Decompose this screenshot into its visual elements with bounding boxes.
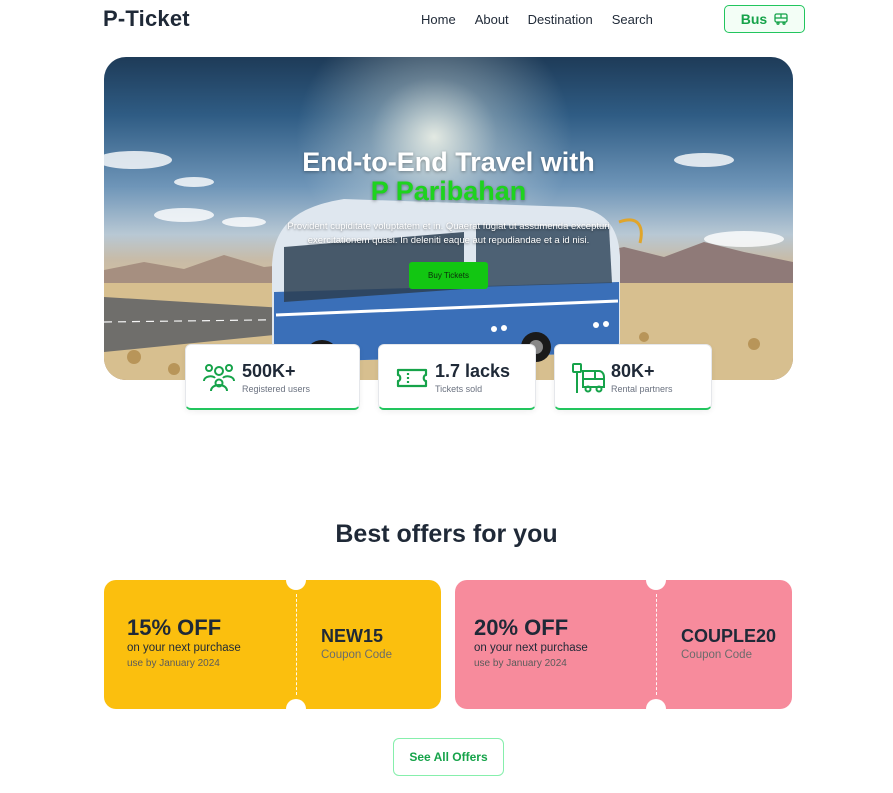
nav-link-search[interactable]: Search — [612, 12, 653, 27]
nav-link-destination[interactable]: Destination — [528, 12, 593, 27]
hero-description: Provident cupiditate voluptatem et in. Q… — [287, 221, 610, 246]
coupon-expiry: use by January 2024 — [474, 658, 567, 669]
coupon-discount: 20% OFF — [474, 615, 569, 640]
coupon-divider — [656, 594, 657, 695]
stat-value: 1.7 lacks — [435, 361, 511, 381]
coupon-code[interactable]: COUPLE20 — [681, 626, 776, 647]
hero-background-illustration — [104, 151, 793, 380]
coupon-description: on your next purchase — [127, 642, 241, 654]
stat-label: Registered users — [242, 384, 311, 394]
buy-tickets-button[interactable]: Buy Tickets — [409, 262, 488, 289]
coupon-discount: 15% OFF — [127, 615, 222, 640]
coupon-notch — [286, 570, 306, 590]
coupon-divider — [296, 594, 297, 695]
nav-link-about[interactable]: About — [475, 12, 509, 27]
users-icon — [203, 364, 235, 392]
coupon-code-label: Coupon Code — [681, 649, 752, 661]
offers-section-title: Best offers for you — [335, 520, 558, 548]
bus-icon — [774, 13, 788, 25]
hero-title-line2: P Paribahan — [370, 176, 527, 206]
nav-link-home[interactable]: Home — [421, 12, 456, 27]
see-all-offers-button[interactable]: See All Offers — [393, 738, 504, 776]
hero-title-line1: End-to-End Travel with — [302, 147, 595, 177]
coupon-expiry: use by January 2024 — [127, 658, 220, 669]
bus-button-label: Bus — [740, 11, 768, 27]
stat-label: Rental partners — [611, 384, 673, 394]
coupon-notch — [646, 699, 666, 719]
stat-value: 80K+ — [611, 361, 655, 381]
ticket-icon — [396, 368, 428, 388]
coupon-card-new15[interactable]: 15% OFF on your next purchase use by Jan… — [104, 570, 441, 719]
coupon-notch — [646, 570, 666, 590]
stat-card-rental-partners: 80K+ Rental partners — [554, 344, 712, 410]
coupon-code[interactable]: NEW15 — [321, 626, 383, 647]
stat-card-registered-users: 500K+ Registered users — [185, 344, 360, 410]
coupon-notch — [286, 699, 306, 719]
hero-banner: End-to-End Travel with P Paribahan Provi… — [104, 57, 793, 380]
top-navbar: P-Ticket Home About Destination Search B… — [0, 0, 893, 40]
hero-title: End-to-End Travel with P Paribahan — [104, 148, 793, 206]
site-logo[interactable]: P-Ticket — [103, 6, 190, 32]
bus-button[interactable]: Bus — [724, 5, 805, 33]
bus-stop-icon — [572, 363, 605, 393]
coupon-description: on your next purchase — [474, 642, 588, 654]
stat-value: 500K+ — [242, 361, 296, 381]
coupon-card-couple20[interactable]: 20% OFF on your next purchase use by Jan… — [455, 570, 792, 719]
stat-label: Tickets sold — [435, 384, 483, 394]
coupon-code-label: Coupon Code — [321, 649, 392, 661]
nav-links: Home About Destination Search — [421, 12, 653, 27]
stat-card-tickets-sold: 1.7 lacks Tickets sold — [378, 344, 536, 410]
